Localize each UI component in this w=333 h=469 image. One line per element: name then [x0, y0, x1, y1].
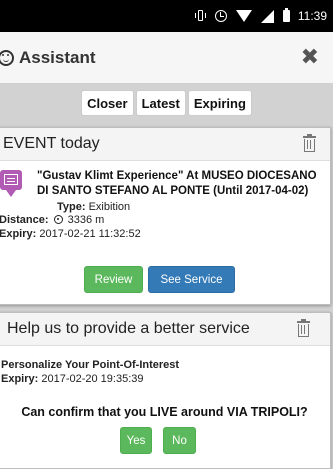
help-card: Help us to provide a better service Pers… — [0, 312, 331, 469]
vibrate-icon — [194, 10, 206, 22]
trash-icon[interactable] — [297, 319, 310, 337]
event-type-value: Exibition — [88, 201, 131, 213]
status-bar: 11:39 — [0, 0, 333, 32]
review-button[interactable]: Review — [84, 266, 143, 293]
see-service-button[interactable]: See Service — [148, 266, 235, 293]
event-card: EVENT today "Gustav Klimt Experience" At… — [0, 127, 331, 305]
confirm-question: Can confirm that you LIVE around VIA TRI… — [21, 405, 308, 419]
event-distance-label: Distance: — [0, 214, 49, 226]
status-time: 11:39 — [297, 9, 327, 23]
close-icon[interactable]: ✖ — [301, 45, 319, 70]
event-distance: Distance: 3336 m — [0, 213, 104, 227]
help-expiry: Expiry: 2017-02-20 19:35:39 — [1, 372, 144, 386]
event-type: Type: Exibition — [57, 200, 130, 214]
event-title: "Gustav Klimt Experience" At MUSEO DIOCE… — [37, 170, 317, 197]
event-card-header: EVENT today — [0, 128, 330, 161]
wifi-icon — [235, 10, 252, 22]
event-expiry-label: Expiry: — [0, 228, 37, 240]
event-distance-value: 3336 m — [67, 214, 105, 226]
location-target-icon — [53, 215, 63, 224]
app-header: Assistant ✖ — [0, 32, 333, 84]
event-card-heading: EVENT today — [3, 135, 100, 152]
filter-bar: Closer Latest Expiring — [0, 85, 333, 121]
page-title: Assistant — [19, 47, 96, 67]
filter-expiring-button[interactable]: Expiring — [187, 90, 252, 116]
event-expiry: Expiry: 2017-02-21 11:32:52 — [0, 227, 141, 241]
event-marker-icon — [0, 170, 22, 198]
alarm-icon — [214, 10, 227, 22]
signal-icon — [260, 9, 274, 23]
event-type-label: Type: — [57, 201, 86, 213]
battery-icon — [282, 8, 290, 22]
help-expiry-label: Expiry: — [1, 373, 39, 385]
filter-latest-button[interactable]: Latest — [135, 90, 186, 116]
filter-closer-button[interactable]: Closer — [81, 90, 134, 116]
help-subtitle: Personalize Your Point-Of-Interest — [1, 359, 180, 371]
yes-button[interactable]: Yes — [120, 427, 152, 454]
no-button[interactable]: No — [163, 427, 196, 454]
help-card-heading: Help us to provide a better service — [7, 320, 250, 337]
event-expiry-value: 2017-02-21 11:32:52 — [39, 228, 141, 240]
trash-icon[interactable] — [303, 134, 316, 152]
smiley-icon — [0, 49, 14, 66]
help-expiry-value: 2017-02-20 19:35:39 — [41, 373, 144, 385]
help-card-header: Help us to provide a better service — [0, 313, 330, 346]
